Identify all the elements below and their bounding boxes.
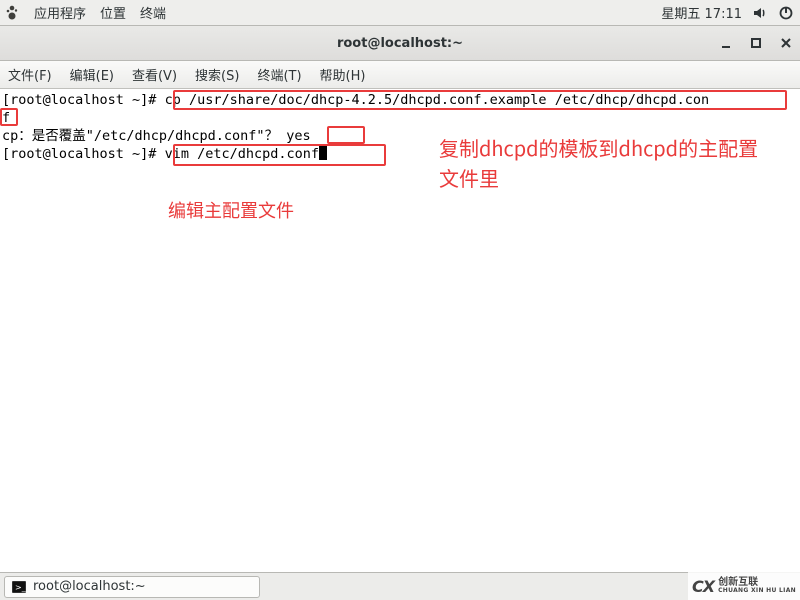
watermark-logo: CX <box>692 577 714 596</box>
menubar: 文件(F) 编辑(E) 查看(V) 搜索(S) 终端(T) 帮助(H) <box>0 61 800 89</box>
svg-text:>_: >_ <box>15 583 27 592</box>
menu-help[interactable]: 帮助(H) <box>320 65 366 84</box>
terminal-icon: >_ <box>11 579 27 595</box>
terminal-line-1: [root@localhost ~]# cp /usr/share/doc/dh… <box>2 91 796 109</box>
power-icon[interactable] <box>778 5 794 21</box>
clock[interactable]: 星期五 17:11 <box>661 3 742 22</box>
maximize-button[interactable] <box>748 35 764 51</box>
menu-file[interactable]: 文件(F) <box>8 65 52 84</box>
terminal-area[interactable]: [root@localhost ~]# cp /usr/share/doc/dh… <box>0 89 800 572</box>
annotation-copy-template: 复制dhcpd的模板到dhcpd的主配置 文件里 <box>439 133 789 193</box>
cursor <box>319 145 327 160</box>
watermark-en: CHUANG XIN HU LIAN <box>718 588 796 594</box>
close-button[interactable] <box>778 35 794 51</box>
menu-terminal[interactable]: 终端 <box>140 3 166 22</box>
gnome-top-bar: 应用程序 位置 终端 星期五 17:11 <box>0 0 800 26</box>
window-titlebar[interactable]: root@localhost:~ <box>0 26 800 61</box>
annotation-edit-config: 编辑主配置文件 <box>168 197 294 224</box>
window-title: root@localhost:~ <box>337 36 463 51</box>
volume-icon[interactable] <box>752 5 768 21</box>
terminal-line-2: f <box>2 109 796 127</box>
menu-edit[interactable]: 编辑(E) <box>70 65 114 84</box>
taskbar-item-terminal[interactable]: >_ root@localhost:~ <box>4 576 260 598</box>
menu-view[interactable]: 查看(V) <box>132 65 177 84</box>
taskbar-item-title: root@localhost:~ <box>33 579 146 594</box>
menu-search[interactable]: 搜索(S) <box>195 65 239 84</box>
menu-terminal-2[interactable]: 终端(T) <box>257 65 301 84</box>
bottom-taskbar: >_ root@localhost:~ <box>0 572 800 600</box>
menu-applications[interactable]: 应用程序 <box>34 3 86 22</box>
menu-places[interactable]: 位置 <box>100 3 126 22</box>
gnome-foot-icon <box>4 5 20 21</box>
watermark: CX 创新互联 CHUANG XIN HU LIAN <box>688 572 800 600</box>
minimize-button[interactable] <box>718 35 734 51</box>
